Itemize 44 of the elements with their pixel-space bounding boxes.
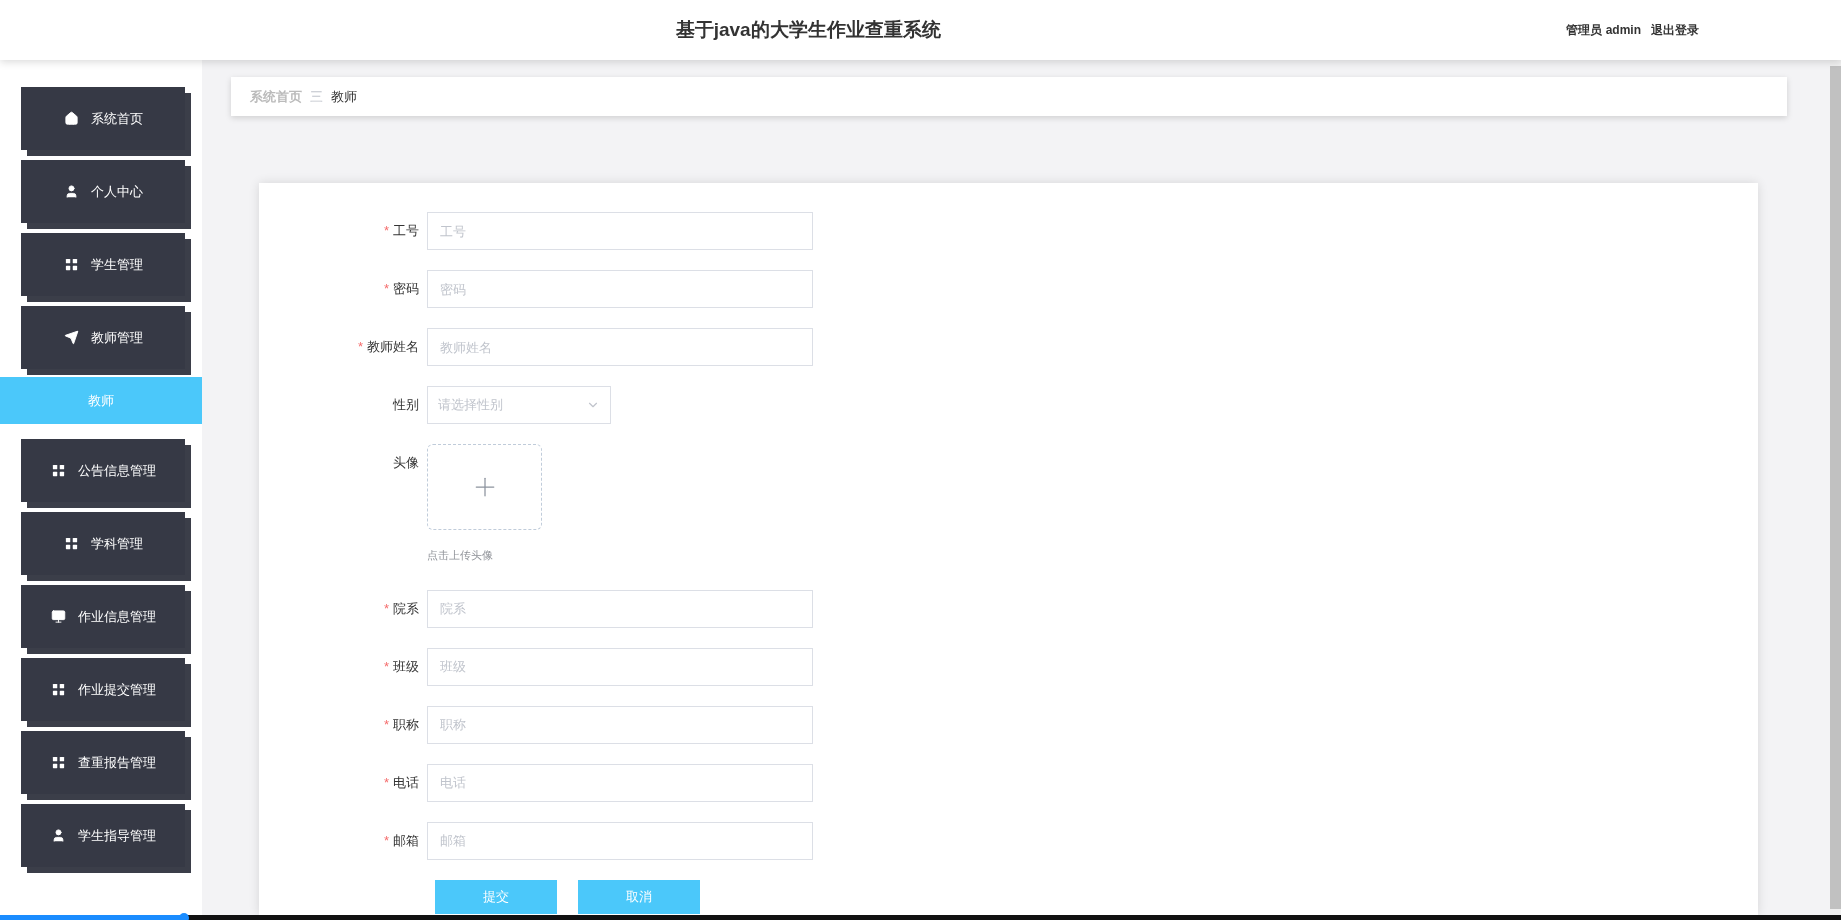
upload-box[interactable] <box>427 444 542 530</box>
input-field[interactable]: 教师姓名 <box>427 328 813 366</box>
progress-thumb[interactable] <box>179 912 190 920</box>
field-label: 密码 <box>393 280 419 298</box>
field-label: 头像 <box>393 454 419 472</box>
app-title: 基于java的大学生作业查重系统 <box>675 17 941 42</box>
user-icon <box>63 184 79 199</box>
grid-icon <box>50 755 66 770</box>
input-field[interactable]: 院系 <box>427 589 813 628</box>
grid-icon <box>63 257 79 272</box>
home-icon <box>63 111 79 126</box>
input-field[interactable]: 职称 <box>427 705 813 744</box>
paper-plane-icon <box>63 330 79 345</box>
required-mark: * <box>383 715 389 734</box>
required-mark: * <box>357 338 363 356</box>
field-label: 性别 <box>393 396 419 414</box>
required-mark: * <box>383 222 389 240</box>
required-mark: * <box>383 599 389 618</box>
upload-hint: 点击上传头像 <box>427 548 494 563</box>
required-mark: * <box>383 831 389 850</box>
logout-link[interactable]: 退出登录 <box>1651 21 1699 39</box>
grid-icon <box>63 536 79 551</box>
field-label: 邮箱 <box>393 831 419 850</box>
input-field[interactable]: 工号 <box>427 212 813 250</box>
monitor-icon <box>50 609 66 624</box>
required-mark: * <box>383 657 389 676</box>
field-label: 院系 <box>393 599 419 618</box>
required-mark: * <box>383 280 389 298</box>
input-field[interactable]: 电话 <box>427 763 813 802</box>
breadcrumb-link[interactable]: 教师 <box>331 86 357 107</box>
user-icon <box>50 828 66 843</box>
input-field[interactable]: 班级 <box>427 647 813 686</box>
grid-icon <box>50 463 66 478</box>
required-mark: * <box>383 773 389 792</box>
field-label: 电话 <box>393 773 419 792</box>
input-field[interactable]: 邮箱 <box>427 821 813 860</box>
scrollbar[interactable] <box>1830 60 1841 915</box>
input-field[interactable]: 密码 <box>427 270 813 308</box>
grid-icon <box>50 682 66 697</box>
field-label: 班级 <box>393 657 419 676</box>
field-label: 教师姓名 <box>367 338 419 356</box>
field-label: 工号 <box>393 222 419 240</box>
field-label: 职称 <box>393 715 419 734</box>
user-label: 管理员 admin <box>1566 22 1641 39</box>
